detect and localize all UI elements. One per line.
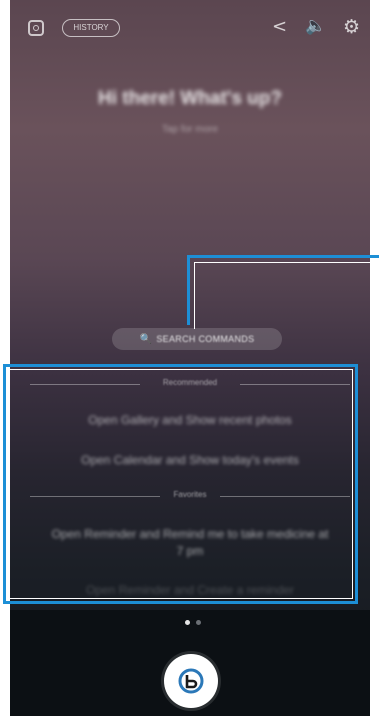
callout-search-highlight	[187, 255, 379, 329]
page-indicator	[185, 620, 215, 628]
bottom-bar	[10, 610, 370, 716]
sound-icon[interactable]: 🔈	[305, 16, 326, 36]
bixby-home-screen: HISTORY < 🔈 ⚙ Hi there! What's up? Tap f…	[10, 0, 370, 716]
gear-icon[interactable]: ⚙	[343, 16, 360, 38]
bixby-voice-button[interactable]	[164, 654, 218, 708]
history-button[interactable]: HISTORY	[62, 19, 120, 37]
top-bar: HISTORY < 🔈 ⚙	[10, 14, 370, 46]
search-commands-label: SEARCH COMMANDS	[156, 334, 255, 344]
greeting-title: Hi there! What's up?	[98, 88, 282, 109]
search-commands-button[interactable]: 🔍 SEARCH COMMANDS	[112, 328, 282, 350]
bixby-b-icon	[178, 668, 204, 694]
callout-commands-highlight	[3, 364, 358, 604]
share-icon[interactable]: <	[272, 16, 287, 37]
bixby-home-icon[interactable]	[28, 20, 44, 36]
greeting-subtitle[interactable]: Tap for more	[10, 124, 370, 135]
page-dot[interactable]	[196, 620, 201, 625]
search-icon: 🔍	[139, 334, 153, 345]
page-dot-active[interactable]	[185, 620, 190, 625]
